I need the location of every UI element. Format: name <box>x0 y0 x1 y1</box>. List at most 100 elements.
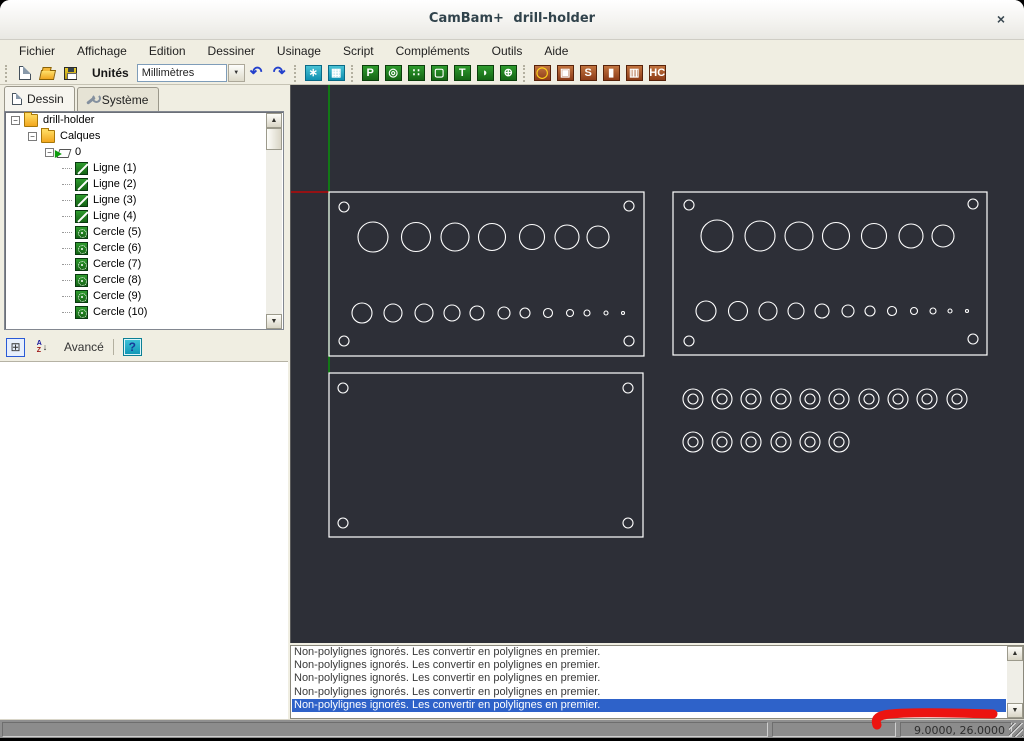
cad-circle <box>788 303 804 319</box>
log-line[interactable]: Non-polylignes ignorés. Les convertir en… <box>292 686 1006 699</box>
cad-circle <box>384 304 402 322</box>
draw-text-button[interactable]: T <box>452 63 473 83</box>
tree-item-drill-holder[interactable]: −drill-holder <box>5 112 283 128</box>
log-line[interactable]: Non-polylignes ignorés. Les convertir en… <box>292 699 1006 712</box>
save-file-button[interactable] <box>60 63 81 83</box>
draw-arc-button[interactable]: ◗ <box>475 63 496 83</box>
log-scrollbar[interactable]: ▲ ▼ <box>1007 646 1023 718</box>
cad-circle <box>930 308 936 314</box>
tree-item-ligne-1[interactable]: Ligne (1) <box>5 160 283 176</box>
machining-profile-button[interactable]: ◯ <box>532 63 553 83</box>
new-file-button[interactable] <box>14 63 35 83</box>
tree-expander-icon[interactable]: − <box>45 148 54 157</box>
resize-grip[interactable] <box>1009 723 1023 737</box>
toolbar-grip[interactable] <box>351 65 356 82</box>
toolbar-grip[interactable] <box>294 65 299 82</box>
cad-circle <box>785 222 813 250</box>
machining-drill-button[interactable]: ▮ <box>601 63 622 83</box>
draw-points-button[interactable]: ∷ <box>406 63 427 83</box>
menu-item-affichage[interactable]: Affichage <box>66 40 138 62</box>
tree-guide <box>62 200 72 201</box>
tree-item-ligne-2[interactable]: Ligne (2) <box>5 176 283 192</box>
tree-item-calques[interactable]: −Calques <box>5 128 283 144</box>
tab-système[interactable]: Système <box>77 87 160 111</box>
cad-circle <box>834 437 844 447</box>
tree-item-cercle-6[interactable]: Cercle (6) <box>5 240 283 256</box>
undo-button[interactable]: ↶ <box>246 63 267 83</box>
redo-button[interactable]: ↷ <box>269 63 290 83</box>
machining-pocket-icon: ▣ <box>557 65 574 81</box>
log-line[interactable]: Non-polylignes ignorés. Les convertir en… <box>292 659 1006 672</box>
draw-rectangle-button[interactable]: ▢ <box>429 63 450 83</box>
advanced-button[interactable]: Avancé <box>64 340 104 354</box>
tree-item-0[interactable]: −0 <box>5 144 283 160</box>
cad-circle <box>771 389 791 409</box>
snap-grid-button[interactable]: ▦ <box>326 63 347 83</box>
machining-gcode-button[interactable]: HC <box>647 63 668 83</box>
tree-scrollbar[interactable]: ▲ ▼ <box>266 113 282 329</box>
menu-item-usinage[interactable]: Usinage <box>266 40 332 62</box>
draw-circle-button[interactable]: ◎ <box>383 63 404 83</box>
menu-item-aide[interactable]: Aide <box>533 40 579 62</box>
log-line[interactable]: Non-polylignes ignorés. Les convertir en… <box>292 672 1006 685</box>
tree-expander-icon[interactable]: − <box>11 116 20 125</box>
panel-tabs: DessinSystème <box>4 86 161 111</box>
draw-polyline-button[interactable]: P <box>360 63 381 83</box>
property-grid[interactable] <box>0 361 288 719</box>
log-console[interactable]: Non-polylignes ignorés. Les convertir en… <box>290 645 1024 719</box>
cad-circle <box>862 224 887 249</box>
tree-item-cercle-7[interactable]: Cercle (7) <box>5 256 283 272</box>
machining-engrave-button[interactable]: S <box>578 63 599 83</box>
cad-circle <box>623 518 633 528</box>
machining-drill-icon: ▮ <box>603 65 620 81</box>
tree-guide <box>62 184 72 185</box>
tree-guide <box>62 312 72 313</box>
machining-lathe-button[interactable]: ▥ <box>624 63 645 83</box>
menu-item-dessiner[interactable]: Dessiner <box>197 40 266 62</box>
scroll-down-icon[interactable]: ▼ <box>1007 703 1023 718</box>
scroll-up-icon[interactable]: ▲ <box>266 113 282 128</box>
snap-point-button[interactable]: ∗ <box>303 63 324 83</box>
toolbar-grip[interactable] <box>5 65 10 82</box>
categorized-view-button[interactable]: ⊞ <box>6 338 25 357</box>
menu-item-outils[interactable]: Outils <box>481 40 534 62</box>
cad-circle <box>717 394 727 404</box>
tree-expander-icon[interactable]: − <box>28 132 37 141</box>
tree-item-cercle-8[interactable]: Cercle (8) <box>5 272 283 288</box>
cad-circle <box>555 225 579 249</box>
menu-item-fichier[interactable]: Fichier <box>8 40 66 62</box>
open-file-button[interactable] <box>37 63 58 83</box>
menu-item-compléments[interactable]: Compléments <box>385 40 481 62</box>
units-select[interactable]: Millimètres <box>137 64 227 82</box>
tab-dessin[interactable]: Dessin <box>4 86 75 111</box>
chevron-down-icon[interactable]: ▼ <box>228 64 245 82</box>
cad-circle <box>701 220 733 252</box>
menu-item-script[interactable]: Script <box>332 40 385 62</box>
draw-surface-button[interactable]: ⊕ <box>498 63 519 83</box>
folder-icon <box>41 130 55 143</box>
close-icon[interactable]: × <box>992 10 1010 28</box>
cad-circle <box>584 310 590 316</box>
machining-pocket-button[interactable]: ▣ <box>555 63 576 83</box>
cad-viewport[interactable] <box>290 85 1024 643</box>
tree-item-cercle-10[interactable]: Cercle (10) <box>5 304 283 320</box>
circle-icon <box>75 258 88 271</box>
drawing-tree[interactable]: −drill-holder−Calques−0Ligne (1)Ligne (2… <box>4 111 284 330</box>
scroll-down-icon[interactable]: ▼ <box>266 314 282 329</box>
redo-icon: ↷ <box>273 64 286 82</box>
sort-alphabetical-button[interactable]: AZ↓ <box>32 338 52 357</box>
scroll-up-icon[interactable]: ▲ <box>1007 646 1023 661</box>
tree-item-ligne-3[interactable]: Ligne (3) <box>5 192 283 208</box>
log-line[interactable]: Non-polylignes ignorés. Les convertir en… <box>292 646 1006 659</box>
tree-item-cercle-5[interactable]: Cercle (5) <box>5 224 283 240</box>
cad-circle <box>741 432 761 452</box>
help-button[interactable]: ? <box>123 338 142 356</box>
cad-plate-outline <box>673 192 987 355</box>
toolbar-grip[interactable] <box>523 65 528 82</box>
scrollbar-thumb[interactable] <box>266 128 282 150</box>
menu-item-edition[interactable]: Edition <box>138 40 197 62</box>
cad-circle <box>968 334 978 344</box>
tree-item-ligne-4[interactable]: Ligne (4) <box>5 208 283 224</box>
tree-item-cercle-9[interactable]: Cercle (9) <box>5 288 283 304</box>
cad-circle <box>759 302 777 320</box>
